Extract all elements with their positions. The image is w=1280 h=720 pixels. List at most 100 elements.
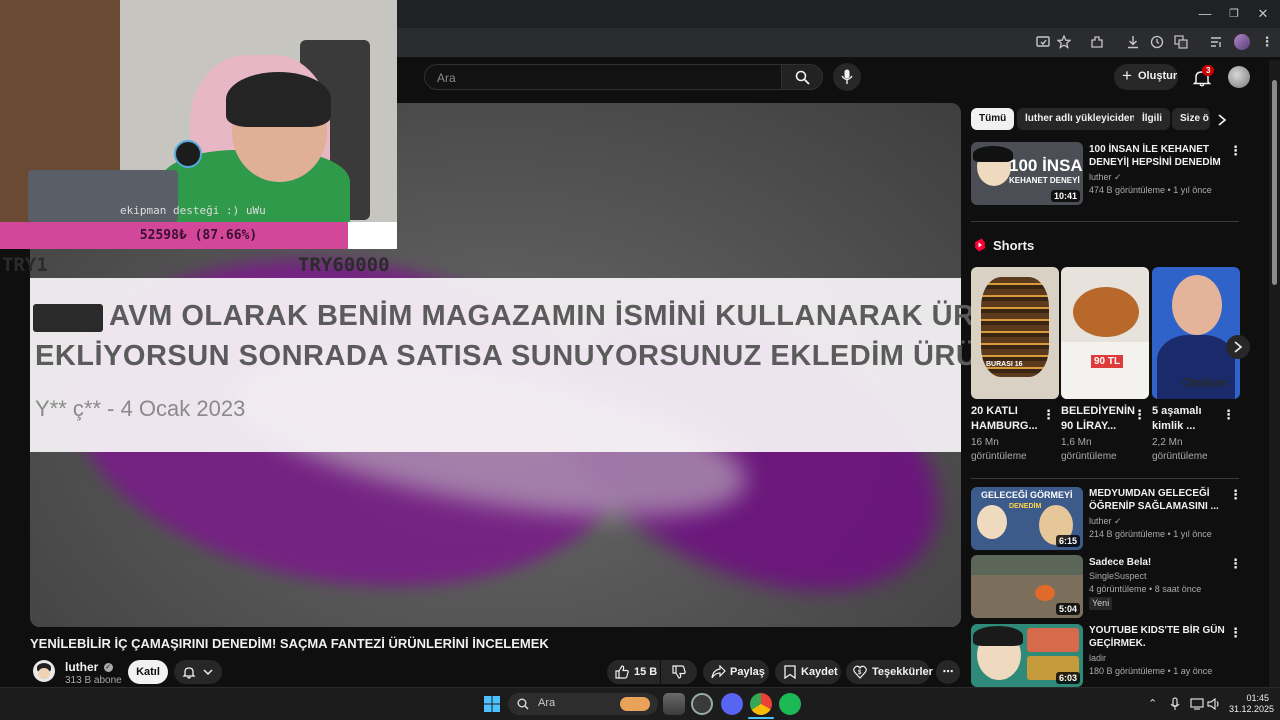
- more-vertical-icon[interactable]: ⋮: [1229, 556, 1242, 572]
- save-label: Kaydet: [801, 666, 838, 678]
- chrome-icon[interactable]: [750, 693, 772, 715]
- create-button[interactable]: + Oluştur: [1114, 64, 1178, 90]
- related-video-meta: 180 B görüntüleme • 1 ay önce: [1089, 666, 1213, 676]
- related-video-title[interactable]: 100 İNSAN İLE KEHANET DENEYİ| HEPSİNİ DE…: [1089, 143, 1229, 169]
- thanks-button[interactable]: $ Teşekkürler: [846, 660, 933, 684]
- more-vertical-icon[interactable]: ⋮: [1222, 407, 1235, 423]
- account-avatar[interactable]: [1228, 66, 1250, 88]
- short-thumbnail-text: 90 TL: [1091, 355, 1124, 368]
- chip-all[interactable]: Tümü: [971, 108, 1015, 130]
- short-thumbnail[interactable]: 90 TL: [1061, 267, 1149, 399]
- related-video-title[interactable]: YOUTUBE KIDS'TE BİR GÜN GEÇİRMEK.: [1089, 624, 1229, 650]
- scrollbar-thumb[interactable]: [1272, 80, 1277, 285]
- verified-icon: ✓: [1114, 172, 1122, 182]
- video-thumbnail[interactable]: 6:03: [971, 624, 1083, 687]
- related-video-title[interactable]: MEDYUMDAN GELECEĞİ ÖĞRENİP SAĞLAMASINI .…: [1089, 487, 1229, 513]
- start-button[interactable]: [484, 696, 500, 712]
- short-title[interactable]: 5 aşamalı kimlik ...: [1152, 404, 1222, 434]
- save-button[interactable]: Kaydet: [775, 660, 841, 684]
- media-icon[interactable]: [1210, 35, 1224, 49]
- steam-icon[interactable]: [691, 693, 713, 715]
- more-horizontal-icon: ⋯: [942, 666, 954, 678]
- channel-name[interactable]: luther ✓: [65, 660, 113, 674]
- short-thumbnail[interactable]: Otokon: [1152, 267, 1240, 399]
- join-button[interactable]: Katıl: [128, 660, 168, 684]
- minimize-button[interactable]: —: [1196, 5, 1214, 23]
- video-duration: 5:04: [1055, 603, 1080, 615]
- short-thumbnail[interactable]: BURASI 16: [971, 267, 1059, 399]
- thumbnail-character-hair: [973, 626, 1023, 646]
- divider: [971, 478, 1239, 479]
- history-icon[interactable]: [1150, 35, 1164, 49]
- subscription-bell-button[interactable]: [174, 660, 222, 684]
- chip-for-you[interactable]: Size ö: [1172, 108, 1210, 130]
- share-button[interactable]: Paylaş: [703, 660, 769, 684]
- bell-icon: [182, 667, 196, 679]
- webcam-overlay: ekipman desteği :) uWu: [0, 0, 397, 222]
- spotify-icon[interactable]: [779, 693, 801, 715]
- video-duration: 6:03: [1055, 672, 1080, 684]
- wrapper-paper: [1061, 342, 1149, 399]
- short-views: 16 Mn görüntüleme: [971, 437, 1027, 462]
- chevron-up-icon[interactable]: ⌃: [1148, 697, 1157, 710]
- maximize-button[interactable]: ❐: [1225, 5, 1243, 23]
- share-icon: [711, 665, 726, 679]
- search-button[interactable]: [781, 64, 823, 90]
- clock[interactable]: 01:45 31.12.2025: [1229, 693, 1274, 715]
- video-thumbnail[interactable]: 5:04: [971, 555, 1083, 618]
- more-vertical-icon[interactable]: ⋮: [1042, 407, 1055, 423]
- related-video-channel[interactable]: luther ✓: [1089, 515, 1122, 528]
- video-thumbnail[interactable]: GELECEĞİ GÖRMEYİ DENEDİM 6:15: [971, 487, 1083, 550]
- search-icon: [517, 698, 529, 710]
- like-button[interactable]: 15 B: [607, 660, 660, 684]
- translate-icon[interactable]: [1174, 35, 1188, 49]
- short-title[interactable]: 20 KATLI HAMBURG...: [971, 404, 1041, 434]
- related-video-title[interactable]: Sadece Bela!: [1089, 556, 1229, 569]
- taskbar-search[interactable]: Ara: [508, 693, 658, 715]
- profile-icon[interactable]: [1234, 34, 1250, 50]
- menu-icon[interactable]: ⋮: [1258, 33, 1276, 51]
- chip-from-uploader[interactable]: luther adlı yükleyiciden: [1017, 108, 1144, 130]
- search-highlight-icon: [620, 697, 650, 711]
- channel-avatar[interactable]: [33, 660, 55, 682]
- dislike-button[interactable]: [661, 660, 697, 684]
- microphone-icon[interactable]: [1170, 697, 1180, 711]
- more-vertical-icon[interactable]: ⋮: [1229, 143, 1242, 159]
- install-icon[interactable]: [1036, 35, 1050, 49]
- more-vertical-icon[interactable]: ⋮: [1229, 487, 1242, 503]
- related-video-channel[interactable]: SingleSuspect: [1089, 570, 1147, 583]
- more-vertical-icon[interactable]: ⋮: [1229, 625, 1242, 641]
- shorts-icon: [974, 238, 986, 252]
- svg-text:$: $: [858, 670, 862, 676]
- notifications-button[interactable]: 3: [1192, 65, 1215, 88]
- chevron-right-icon[interactable]: [1216, 113, 1228, 127]
- voice-search-button[interactable]: [833, 63, 861, 91]
- short-title[interactable]: BELEDİYENİN 90 LİRAY...: [1061, 404, 1135, 434]
- notification-badge: 3: [1202, 65, 1215, 76]
- search-input[interactable]: Ara: [424, 64, 782, 90]
- volume-icon[interactable]: [1207, 698, 1221, 710]
- star-icon[interactable]: [1057, 35, 1071, 49]
- thumbnail-panel: [1027, 628, 1079, 652]
- related-video-channel[interactable]: luther ✓: [1089, 171, 1122, 184]
- close-window-button[interactable]: ✕: [1254, 5, 1272, 23]
- network-icon[interactable]: [1190, 698, 1204, 710]
- video-thumbnail[interactable]: 100 İNSAN KEHANET DENEYİ 10:41: [971, 142, 1083, 205]
- channel-name-text: luther: [1089, 172, 1112, 182]
- donation-amount: 52598₺ (87.66%): [139, 228, 258, 243]
- shorts-next-button[interactable]: [1226, 335, 1250, 359]
- divider: [971, 221, 1239, 222]
- discord-icon[interactable]: [721, 693, 743, 715]
- download-icon[interactable]: [1126, 35, 1140, 49]
- video-duration: 6:15: [1055, 535, 1080, 547]
- extensions-icon[interactable]: [1090, 35, 1104, 49]
- avatar-face: [38, 668, 50, 679]
- webcam-caption: ekipman desteği :) uWu: [120, 204, 266, 217]
- more-actions-button[interactable]: ⋯: [936, 660, 960, 684]
- thanks-label: Teşekkürler: [872, 666, 933, 678]
- more-vertical-icon[interactable]: ⋮: [1133, 407, 1146, 423]
- related-video-meta: 214 B görüntüleme • 1 yıl önce: [1089, 529, 1212, 539]
- related-video-channel[interactable]: ladir: [1089, 652, 1106, 665]
- task-view-icon[interactable]: [663, 693, 685, 715]
- chip-related[interactable]: İlgili: [1134, 108, 1170, 130]
